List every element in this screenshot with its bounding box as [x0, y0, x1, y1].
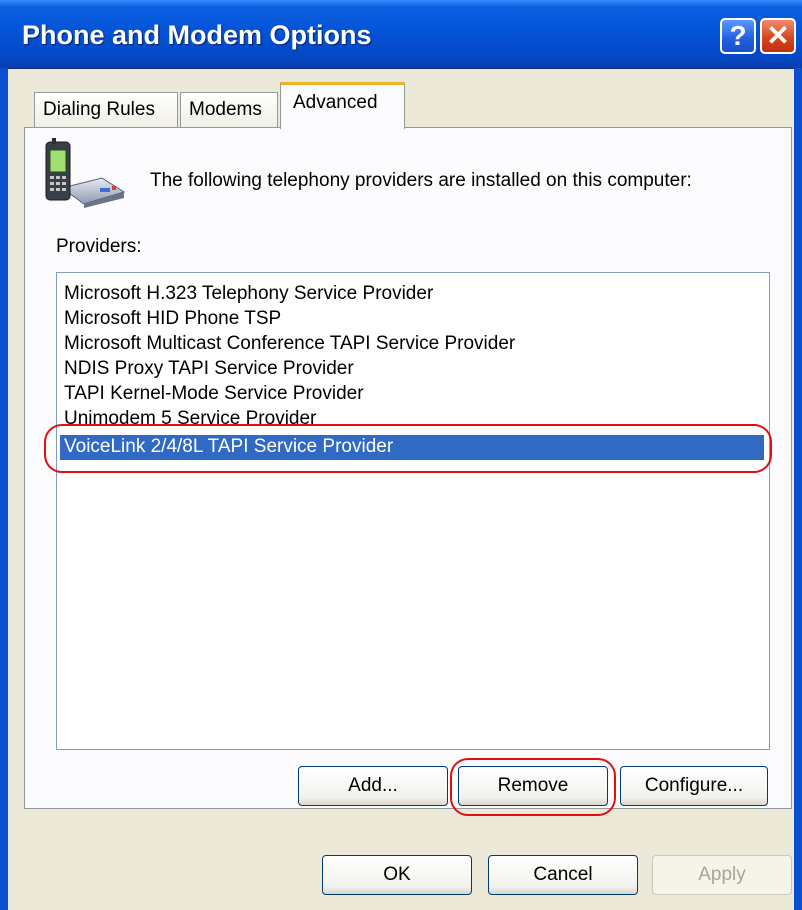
providers-listbox[interactable]: Microsoft H.323 Telephony Service Provid…: [56, 272, 770, 750]
tab-advanced[interactable]: Advanced: [280, 82, 405, 129]
ok-button[interactable]: OK: [322, 855, 472, 895]
providers-label: Providers:: [56, 236, 142, 257]
cancel-button[interactable]: Cancel: [488, 855, 638, 895]
list-item[interactable]: Microsoft HID Phone TSP: [64, 307, 281, 332]
list-item[interactable]: TAPI Kernel-Mode Service Provider: [64, 382, 364, 407]
list-item[interactable]: Unimodem 5 Service Provider: [64, 407, 316, 432]
list-item-selected[interactable]: VoiceLink 2/4/8L TAPI Service Provider: [60, 435, 764, 460]
window-frame-right: [794, 68, 802, 910]
tab-modems[interactable]: Modems: [180, 92, 278, 127]
add-button[interactable]: Add...: [298, 766, 448, 806]
help-icon: ?: [729, 20, 747, 51]
intro-text: The following telephony providers are in…: [150, 170, 692, 191]
tab-dialing-rules[interactable]: Dialing Rules: [34, 92, 178, 127]
title-bar[interactable]: Phone and Modem Options ? ✕: [0, 0, 802, 69]
configure-button[interactable]: Configure...: [620, 766, 768, 806]
dialog-window: Phone and Modem Options ? ✕ Dialing Rule…: [0, 0, 802, 910]
list-item[interactable]: Microsoft Multicast Conference TAPI Serv…: [64, 332, 515, 357]
remove-button[interactable]: Remove: [458, 766, 608, 806]
window-title: Phone and Modem Options: [22, 20, 372, 50]
close-button[interactable]: ✕: [760, 18, 796, 54]
close-icon: ✕: [766, 20, 790, 51]
phone-modem-icon: [45, 138, 126, 208]
window-frame-left: [0, 68, 8, 910]
list-item[interactable]: Microsoft H.323 Telephony Service Provid…: [64, 282, 433, 307]
list-item[interactable]: NDIS Proxy TAPI Service Provider: [64, 357, 354, 382]
help-button[interactable]: ?: [720, 18, 756, 54]
apply-button[interactable]: Apply: [652, 855, 792, 895]
